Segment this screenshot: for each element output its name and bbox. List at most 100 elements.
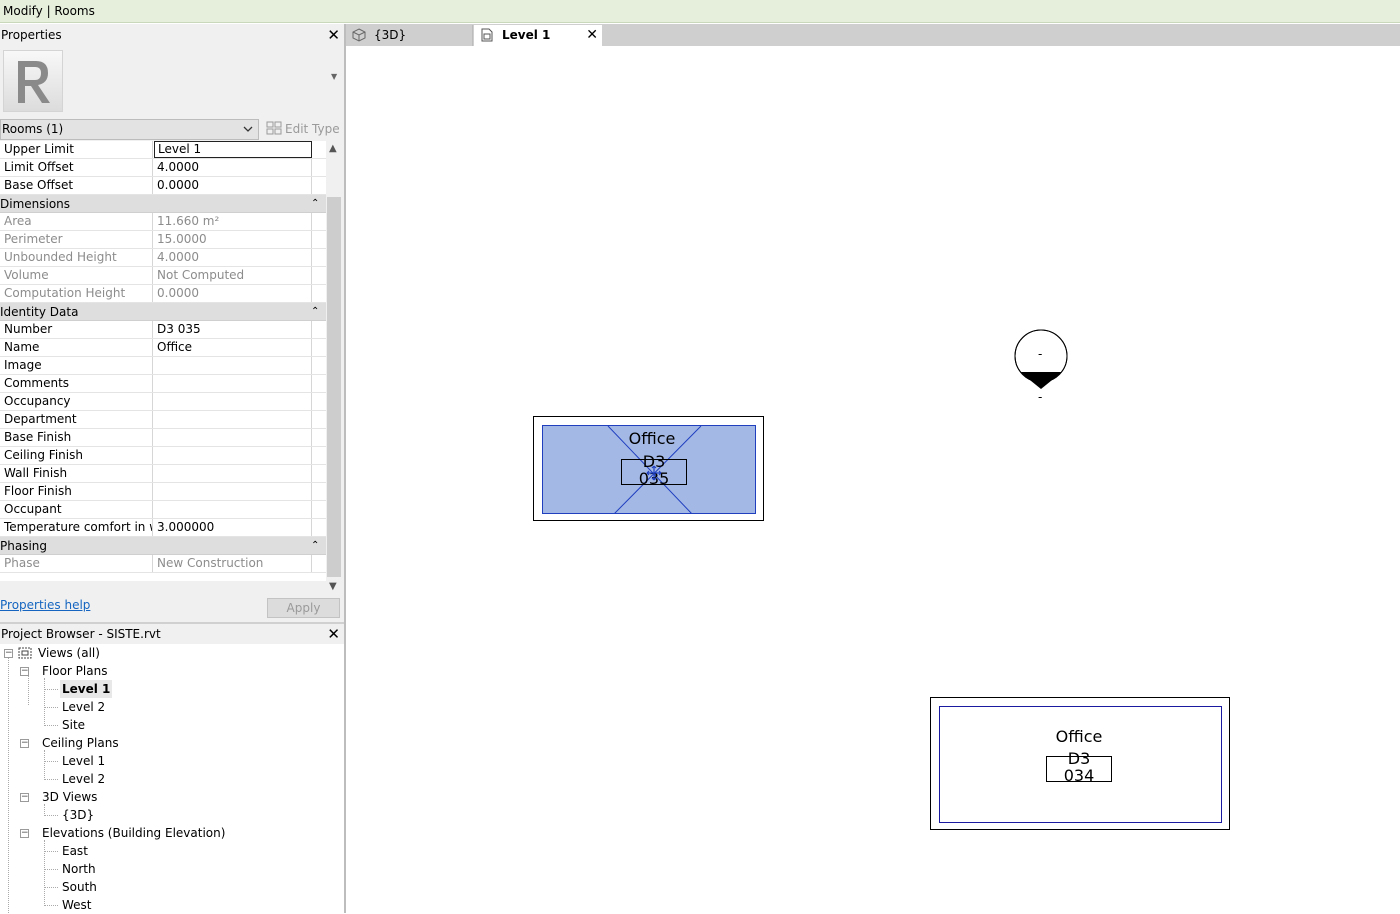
property-value[interactable] [154, 429, 312, 446]
group-phasing[interactable]: Phasing ⌃ [0, 537, 326, 555]
property-row[interactable]: Occupancy [0, 393, 326, 411]
property-row[interactable]: Number D3 035 [0, 321, 326, 339]
tree-node-floor-level-2[interactable]: Level 2 [62, 698, 105, 716]
property-row[interactable]: Floor Finish [0, 483, 326, 501]
property-row[interactable]: Wall Finish [0, 465, 326, 483]
elevation-marker[interactable]: - - [1014, 329, 1070, 409]
tree-line [44, 725, 58, 726]
collapse-toggle-icon[interactable]: − [20, 829, 29, 838]
tree-node-3d-views[interactable]: 3D Views [42, 788, 97, 806]
browser-close-icon[interactable]: ✕ [327, 624, 340, 644]
property-value[interactable] [154, 375, 312, 392]
property-row[interactable]: Computation Height 0.0000 [0, 285, 326, 303]
apply-button[interactable]: Apply [267, 598, 340, 618]
collapse-icon: ⌃ [311, 306, 320, 317]
property-value: Not Computed [154, 267, 312, 284]
property-value[interactable]: 3.000000 [154, 519, 312, 536]
tree-node-floor-level-1[interactable]: Level 1 [60, 680, 113, 698]
instance-filter-select[interactable]: Rooms (1) [0, 119, 259, 140]
properties-close-icon[interactable]: ✕ [327, 25, 340, 45]
property-row[interactable]: Temperature comfort in w... 3.000000 [0, 519, 326, 537]
property-value[interactable] [154, 447, 312, 464]
property-value: 4.0000 [154, 249, 312, 266]
property-value[interactable] [154, 357, 312, 374]
property-row[interactable]: Ceiling Finish [0, 447, 326, 465]
move-cursor-icon [646, 465, 662, 484]
collapse-toggle-icon[interactable]: − [20, 793, 29, 802]
edit-type-button[interactable]: Edit Type [266, 120, 340, 138]
tree-node-3d[interactable]: {3D} [62, 806, 94, 824]
group-dimensions[interactable]: Dimensions ⌃ [0, 195, 326, 213]
properties-help-link[interactable]: Properties help [0, 598, 90, 612]
tab-level-1[interactable]: Level 1 ✕ [474, 25, 602, 46]
property-row[interactable]: Volume Not Computed [0, 267, 326, 285]
properties-title: Properties [1, 28, 62, 42]
property-row[interactable]: Area 11.660 m² [0, 213, 326, 231]
property-row[interactable]: Perimeter 15.0000 [0, 231, 326, 249]
property-row[interactable]: Name Office [0, 339, 326, 357]
property-value[interactable] [154, 393, 312, 410]
tab-close-icon[interactable]: ✕ [586, 25, 598, 46]
tree-node-ceiling-level-2[interactable]: Level 2 [62, 770, 105, 788]
property-value[interactable] [154, 483, 312, 500]
property-label: Occupancy [0, 393, 153, 410]
property-row[interactable]: Upper Limit Level 1 [0, 141, 326, 159]
upper-limit-field[interactable]: Level 1 [154, 141, 312, 158]
property-label: Floor Finish [0, 483, 153, 500]
drawing-canvas[interactable]: - - Office D3 035 Office D3 034 [346, 46, 1400, 913]
room-d3-034[interactable]: Office D3 034 [930, 697, 1230, 830]
scroll-down-icon[interactable]: ▼ [329, 581, 337, 592]
property-value[interactable]: D3 035 [154, 321, 312, 338]
property-row[interactable]: Image [0, 357, 326, 375]
collapse-toggle-icon[interactable]: − [20, 739, 29, 748]
tree-node-north[interactable]: North [62, 860, 96, 878]
scroll-up-icon[interactable]: ▲ [329, 143, 337, 154]
property-label: Area [0, 213, 153, 230]
floor-plan-icon [480, 28, 494, 42]
collapse-icon: ⌃ [311, 540, 320, 551]
group-label: Dimensions [0, 197, 71, 211]
tree-node-floor-plans[interactable]: Floor Plans [42, 662, 107, 680]
property-row[interactable]: Department [0, 411, 326, 429]
group-identity-data[interactable]: Identity Data ⌃ [0, 303, 326, 321]
property-label: Department [0, 411, 153, 428]
property-row[interactable]: Unbounded Height 4.0000 [0, 249, 326, 267]
tree-node-views-all[interactable]: Views (all) [38, 644, 100, 662]
property-row[interactable]: Base Offset 0.0000 [0, 177, 326, 195]
property-row[interactable]: Phase New Construction [0, 555, 326, 573]
project-browser-title: Project Browser - SISTE.rvt [1, 627, 161, 641]
tree-line [44, 678, 45, 726]
property-row[interactable]: Comments [0, 375, 326, 393]
tab-label: {3D} [374, 28, 407, 42]
property-label: Limit Offset [0, 159, 153, 176]
collapse-toggle-icon[interactable]: − [20, 667, 29, 676]
collapse-icon: ⌃ [311, 198, 320, 209]
property-row[interactable]: Occupant [0, 501, 326, 519]
property-value[interactable]: 0.0000 [154, 177, 312, 194]
collapse-toggle-icon[interactable]: − [4, 649, 13, 658]
tree-node-elevations[interactable]: Elevations (Building Elevation) [42, 824, 225, 842]
property-value[interactable] [154, 411, 312, 428]
tree-line [28, 675, 29, 705]
tree-node-ceiling-plans[interactable]: Ceiling Plans [42, 734, 119, 752]
tree-node-east[interactable]: East [62, 842, 88, 860]
context-ribbon-title: Modify | Rooms [0, 0, 1400, 23]
property-row[interactable]: Base Finish [0, 429, 326, 447]
tree-node-ceiling-level-1[interactable]: Level 1 [62, 752, 105, 770]
group-label: Phasing [0, 539, 48, 553]
property-value[interactable] [154, 501, 312, 518]
scrollbar-thumb[interactable] [327, 197, 341, 577]
room-number-tag: D3 034 [1046, 751, 1112, 785]
tab-3d[interactable]: {3D} [346, 25, 473, 46]
room-d3-035[interactable]: Office D3 035 [533, 416, 764, 521]
property-row[interactable]: Limit Offset 4.0000 [0, 159, 326, 177]
tree-node-south[interactable]: South [62, 878, 97, 896]
type-dropdown-icon[interactable]: ▼ [331, 72, 337, 81]
properties-scrollbar[interactable]: ▲ ▼ [326, 141, 342, 593]
tree-node-west[interactable]: West [62, 896, 92, 914]
property-value[interactable] [154, 465, 312, 482]
revit-logo-icon [3, 50, 63, 112]
property-value[interactable]: Office [154, 339, 312, 356]
property-value[interactable]: 4.0000 [154, 159, 312, 176]
tree-node-floor-site[interactable]: Site [62, 716, 85, 734]
